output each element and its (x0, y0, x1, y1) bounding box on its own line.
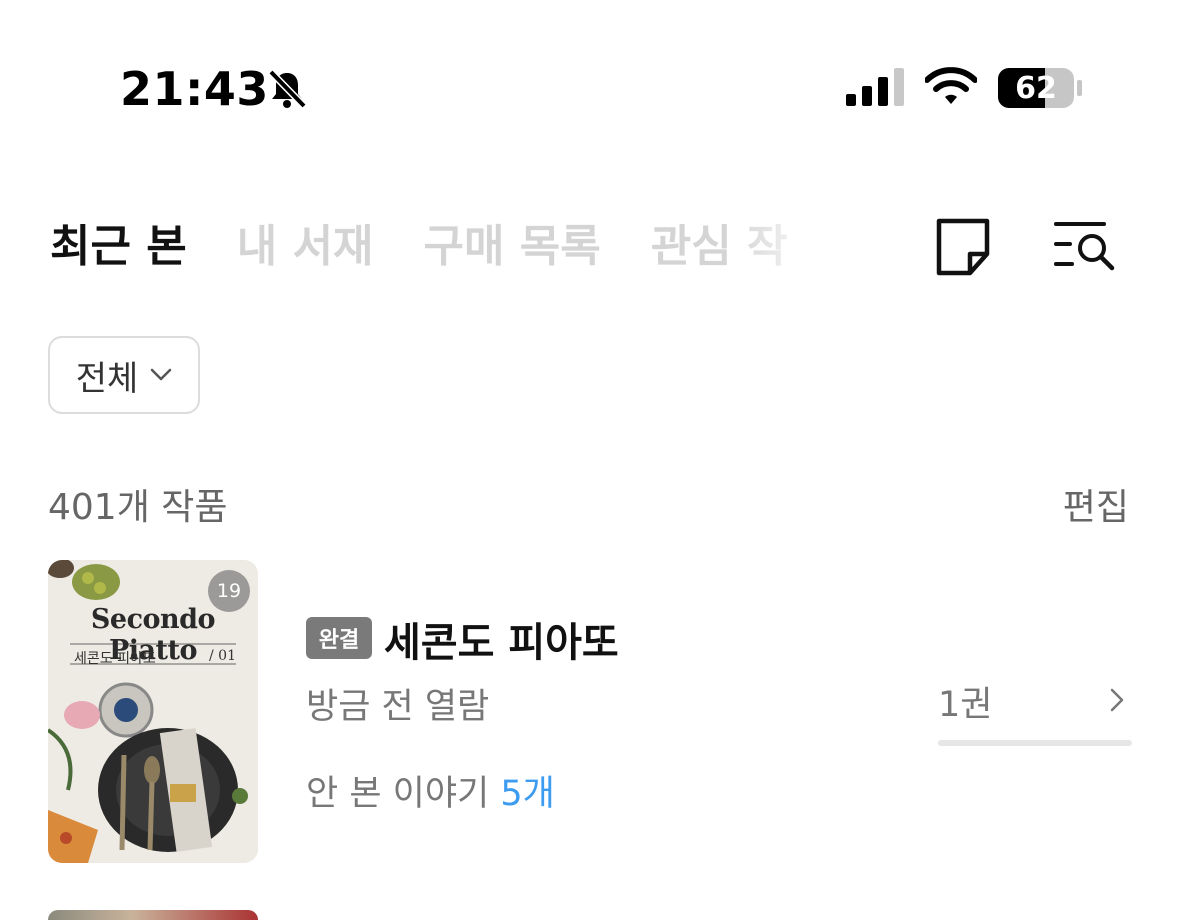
cellular-signal-icon (846, 68, 904, 106)
cover-subtitle: 세콘도 피아또 (74, 651, 156, 667)
chevron-down-icon (151, 368, 172, 381)
completed-badge: 완결 (306, 617, 372, 659)
unread-stories: 안 본 이야기 5개 (306, 765, 555, 816)
work-count: 401개 작품 (48, 487, 228, 528)
last-opened: 방금 전 열람 (306, 687, 490, 727)
tab-my-library[interactable]: 내 서재 (237, 212, 374, 282)
unread-label: 안 본 이야기 (306, 774, 490, 814)
cover-number: / 01 (209, 648, 236, 664)
unread-count: 5개 (500, 774, 555, 814)
tab-favorites[interactable]: 관심 작 (651, 212, 788, 282)
filter-label: 전체 (75, 358, 139, 399)
edit-button[interactable]: 편집 (1063, 478, 1129, 530)
tab-purchases[interactable]: 구매 목록 (424, 212, 601, 282)
new-episodes-badge: 19 (208, 570, 250, 612)
reading-progress-bar (938, 740, 1132, 746)
volume-label[interactable]: 1권 (938, 676, 992, 727)
status-time: 21:43 (120, 62, 269, 116)
list-search-icon[interactable] (1054, 220, 1118, 272)
wifi-icon (925, 67, 977, 104)
battery-level: 62 (1015, 70, 1057, 106)
memo-icon[interactable] (934, 216, 992, 278)
book-cover[interactable]: Secondo Piatto 세콘도 피아또 / 01 19 (48, 560, 258, 863)
book-title[interactable]: 세콘도 피아또 (384, 610, 619, 668)
next-book-cover[interactable] (48, 910, 258, 920)
tab-recent[interactable]: 최근 본 (50, 212, 187, 282)
bell-slash-icon (268, 69, 307, 109)
filter-dropdown[interactable]: 전체 (48, 336, 200, 414)
chevron-right-icon[interactable] (1106, 684, 1128, 716)
library-tabs: 최근 본 내 서재 구매 목록 관심 작 (50, 212, 840, 282)
battery-indicator: 62 (998, 66, 1084, 110)
